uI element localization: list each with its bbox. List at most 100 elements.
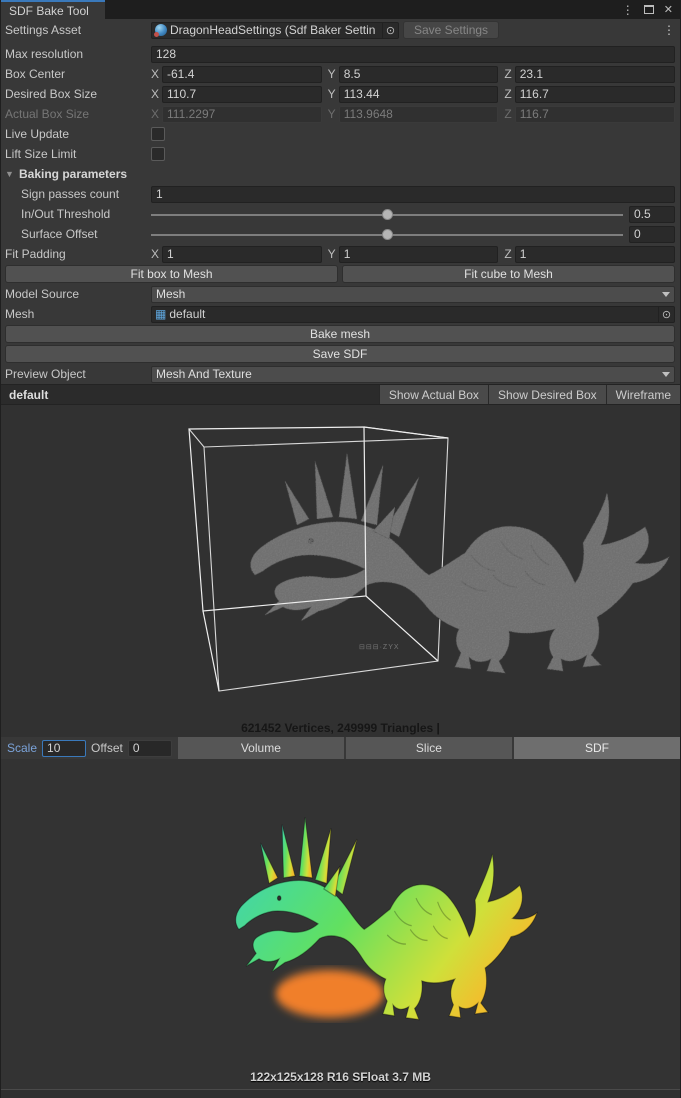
desired-box-size-row: Desired Box Size X 110.7 Y 113.44 Z 116.… — [1, 84, 680, 104]
tab-sdf[interactable]: SDF — [514, 737, 680, 759]
in-out-threshold-input[interactable]: 0.5 — [629, 206, 675, 223]
sdf-stats-text: 122x125x128 R16 SFloat 3.7 MB — [1, 1070, 680, 1084]
lift-size-limit-label: Lift Size Limit — [5, 147, 151, 161]
mesh-icon: ▦ — [155, 308, 166, 320]
sdf-preview-canvas — [1, 759, 680, 1089]
foldout-arrow-icon: ▼ — [5, 169, 19, 179]
fit-padding-label: Fit Padding — [5, 247, 151, 261]
model-source-label: Model Source — [5, 287, 151, 301]
window-menu-icon[interactable]: ⋮ — [622, 4, 634, 16]
surface-offset-input[interactable]: 0 — [629, 226, 675, 243]
actual-box-size-x-value: 111.2297 — [162, 106, 322, 123]
x-axis-label: X — [151, 67, 159, 81]
settings-toolbar: Settings Asset DragonHeadSettings (Sdf B… — [1, 19, 680, 41]
fit-cube-to-mesh-button[interactable]: Fit cube to Mesh — [342, 265, 675, 283]
object-picker-icon[interactable]: ⊙ — [658, 307, 674, 322]
show-desired-box-button[interactable]: Show Desired Box — [488, 385, 606, 404]
fit-box-to-mesh-button[interactable]: Fit box to Mesh — [5, 265, 338, 283]
offset-input[interactable]: 0 — [128, 740, 172, 757]
mesh-row: Mesh ▦ default ⊙ — [1, 304, 680, 324]
save-settings-button[interactable]: Save Settings — [403, 21, 499, 39]
surface-offset-label: Surface Offset — [5, 227, 151, 241]
max-resolution-input[interactable]: 128 — [151, 46, 675, 63]
bake-mesh-button[interactable]: Bake mesh — [5, 325, 675, 343]
y-axis-label: Y — [328, 87, 336, 101]
close-icon[interactable]: ✕ — [664, 3, 673, 16]
desired-box-size-z-input[interactable]: 116.7 — [515, 86, 675, 103]
box-center-label: Box Center — [5, 67, 151, 81]
y-axis-label: Y — [328, 247, 336, 261]
tab-title: SDF Bake Tool — [9, 4, 89, 18]
live-update-label: Live Update — [5, 127, 151, 141]
model-source-row: Model Source Mesh — [1, 284, 680, 304]
box-center-z-input[interactable]: 23.1 — [515, 66, 675, 83]
dragon-sdf — [236, 817, 537, 1019]
sign-passes-count-input[interactable]: 1 — [151, 186, 675, 203]
z-axis-label: Z — [504, 107, 511, 121]
y-axis-label: Y — [328, 67, 336, 81]
lift-size-limit-row: Lift Size Limit — [1, 144, 680, 164]
desired-box-size-y-input[interactable]: 113.44 — [339, 86, 499, 103]
live-update-checkbox[interactable] — [151, 127, 165, 141]
settings-asset-label: Settings Asset — [5, 23, 147, 37]
dropdown-arrow-icon — [662, 372, 670, 377]
tab-volume[interactable]: Volume — [178, 737, 344, 759]
tab-sdf-bake-tool[interactable]: SDF Bake Tool — [1, 0, 105, 19]
sdf-orange-region — [276, 970, 384, 1018]
window-bottom-edge — [1, 1089, 680, 1098]
save-sdf-row: Save SDF — [1, 344, 680, 364]
desired-box-size-label: Desired Box Size — [5, 87, 151, 101]
mesh-preview-viewport[interactable]: ⊟⊟⊟·ZYX 621452 Vertices, 249999 Triangle… — [1, 405, 680, 737]
settings-asset-field[interactable]: DragonHeadSettings (Sdf Baker Settin ⊙ — [151, 22, 399, 39]
mesh-label: Mesh — [5, 307, 151, 321]
box-center-x-input[interactable]: -61.4 — [162, 66, 322, 83]
baking-parameters-foldout[interactable]: ▼ Baking parameters — [1, 164, 680, 184]
slider-handle[interactable] — [382, 229, 393, 240]
preview-title: default — [1, 385, 379, 404]
fit-padding-z-input[interactable]: 1 — [515, 246, 675, 263]
z-axis-label: Z — [504, 67, 511, 81]
sign-passes-count-row: Sign passes count 1 — [1, 184, 680, 204]
x-axis-label: X — [151, 107, 159, 121]
preview-object-value: Mesh And Texture — [156, 367, 252, 381]
box-center-y-input[interactable]: 8.5 — [339, 66, 499, 83]
sdf-preview-viewport[interactable]: 122x125x128 R16 SFloat 3.7 MB — [1, 759, 680, 1089]
settings-asset-value: DragonHeadSettings (Sdf Baker Settin — [170, 23, 382, 37]
fit-padding-y-input[interactable]: 1 — [339, 246, 499, 263]
mesh-stats-text: 621452 Vertices, 249999 Triangles | — [1, 721, 680, 735]
mesh-preview-canvas — [1, 405, 680, 737]
surface-offset-row: Surface Offset 0 — [1, 224, 680, 244]
fit-padding-x-input[interactable]: 1 — [162, 246, 322, 263]
mesh-object-field[interactable]: ▦ default ⊙ — [151, 306, 675, 323]
max-resolution-row: Max resolution 128 — [1, 44, 680, 64]
fit-buttons-row: Fit box to Mesh Fit cube to Mesh — [1, 264, 680, 284]
wireframe-button[interactable]: Wireframe — [606, 385, 680, 404]
slider-handle[interactable] — [382, 209, 393, 220]
model-source-dropdown[interactable]: Mesh — [151, 286, 675, 303]
toolbar-menu-icon[interactable]: ⋮ — [663, 24, 675, 36]
title-bar: SDF Bake Tool ⋮ ✕ — [1, 0, 680, 19]
x-axis-label: X — [151, 247, 159, 261]
object-picker-icon[interactable]: ⊙ — [382, 23, 398, 38]
dragon-mesh — [251, 453, 669, 673]
maximize-icon[interactable] — [644, 5, 654, 14]
tab-slice[interactable]: Slice — [346, 737, 512, 759]
titlebar-spacer — [105, 0, 622, 19]
preview-object-dropdown[interactable]: Mesh And Texture — [151, 366, 675, 383]
desired-box-size-x-input[interactable]: 110.7 — [162, 86, 322, 103]
save-sdf-button[interactable]: Save SDF — [5, 345, 675, 363]
box-center-row: Box Center X -61.4 Y 8.5 Z 23.1 — [1, 64, 680, 84]
scale-input[interactable]: 10 — [42, 740, 86, 757]
in-out-threshold-slider[interactable] — [151, 206, 623, 223]
show-actual-box-button[interactable]: Show Actual Box — [379, 385, 488, 404]
lift-size-limit-checkbox[interactable] — [151, 147, 165, 161]
in-out-threshold-row: In/Out Threshold 0.5 — [1, 204, 680, 224]
gizmo-text: ⊟⊟⊟·ZYX — [359, 643, 400, 651]
z-axis-label: Z — [504, 247, 511, 261]
surface-offset-slider[interactable] — [151, 226, 623, 243]
actual-box-size-label: Actual Box Size — [5, 107, 151, 121]
preview-control-row: Scale 10 Offset 0 Volume Slice SDF — [1, 737, 680, 759]
mesh-value: default — [169, 307, 658, 321]
actual-box-size-y-value: 113.9648 — [339, 106, 499, 123]
in-out-threshold-label: In/Out Threshold — [5, 207, 151, 221]
